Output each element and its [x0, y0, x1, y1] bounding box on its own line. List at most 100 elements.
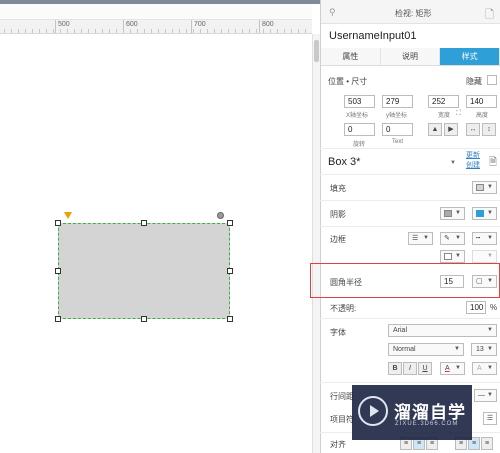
bullet-list-button[interactable]: ☰	[483, 412, 497, 425]
ruler-label: 800	[262, 21, 274, 28]
border-visibility-picker[interactable]: ▼	[440, 250, 465, 263]
resize-handle-n[interactable]	[141, 220, 147, 226]
flip-vertical-button[interactable]: ▲	[428, 123, 442, 136]
fit-height-button[interactable]: ↕	[482, 123, 496, 136]
ruler-minor-tick	[270, 29, 271, 33]
selected-rectangle-widget[interactable]	[58, 223, 230, 319]
shadow-color-picker[interactable]: ▼	[472, 207, 497, 220]
ruler-minor-tick	[235, 29, 236, 33]
width-caption: 宽度	[438, 113, 451, 119]
lock-ratio-icon[interactable]: ⛶	[456, 110, 461, 118]
ruler-minor-tick	[172, 29, 173, 33]
height-input[interactable]: 140	[466, 95, 497, 108]
tab-notes[interactable]: 说明	[380, 48, 441, 65]
ruler-minor-tick	[214, 29, 215, 33]
ruler-minor-tick	[151, 29, 152, 33]
height-caption: 高度	[476, 113, 489, 119]
ruler-minor-tick	[11, 29, 12, 33]
hide-label: 隐藏	[466, 77, 482, 86]
tab-style[interactable]: 样式	[440, 48, 500, 65]
horizontal-ruler[interactable]: 500 600 700 800	[0, 20, 312, 34]
ruler-minor-tick	[193, 29, 194, 33]
ruler-minor-tick	[81, 29, 82, 33]
x-input[interactable]: 503	[344, 95, 375, 108]
style-marker-icon[interactable]	[64, 212, 72, 219]
italic-button[interactable]: I	[403, 362, 417, 375]
ruler-minor-tick	[228, 29, 229, 33]
watermark-url: ZIXUE.3D66.COM	[395, 421, 459, 427]
opacity-label: 不透明:	[330, 304, 357, 313]
ruler-minor-tick	[95, 29, 96, 33]
ruler-minor-tick	[102, 29, 103, 33]
ruler-minor-tick	[221, 29, 222, 33]
ruler-minor-tick	[116, 29, 117, 33]
scrollbar-thumb[interactable]	[314, 40, 319, 62]
line-spacing-select[interactable]: — ▼	[474, 389, 497, 402]
ruler-minor-tick	[284, 29, 285, 33]
flip-horizontal-button[interactable]: ▶	[444, 123, 458, 136]
resize-handle-e[interactable]	[227, 268, 233, 274]
style-name[interactable]: Box 3*	[328, 156, 360, 168]
ruler-label: 500	[58, 21, 70, 28]
ruler-minor-tick	[144, 29, 145, 33]
ruler-minor-tick	[263, 29, 264, 33]
tab-properties[interactable]: 属性	[321, 48, 381, 65]
resize-handle-s[interactable]	[141, 316, 147, 322]
update-style-link[interactable]: 更新 创建	[466, 151, 480, 171]
fill-color-picker[interactable]: ▼	[472, 181, 497, 194]
resize-handle-w[interactable]	[55, 268, 61, 274]
border-style-picker[interactable]: ┅ ▼	[472, 232, 497, 245]
shadow-picker[interactable]: ▼	[440, 207, 465, 220]
ruler-minor-tick	[179, 29, 180, 33]
fill-label: 填充	[330, 184, 346, 193]
ruler-minor-tick	[32, 29, 33, 33]
text-effect-picker[interactable]: A ▼	[472, 362, 497, 375]
font-weight-select[interactable]: Normal ▼	[388, 343, 464, 356]
text-rotation-input[interactable]: 0	[382, 123, 413, 136]
y-input[interactable]: 279	[382, 95, 413, 108]
highlight-box	[310, 263, 500, 298]
border-color-picker[interactable]: ✎ ▼	[440, 232, 465, 245]
font-family-select[interactable]: Arial ▼	[388, 324, 497, 337]
font-size-select[interactable]: 13 ▼	[471, 343, 497, 356]
shape-name[interactable]: UsernameInput01	[321, 24, 500, 48]
font-color-picker[interactable]: A ▼	[440, 362, 465, 375]
opacity-input[interactable]: 100	[466, 301, 486, 314]
rotation-input[interactable]: 0	[344, 123, 375, 136]
resize-handle-nw[interactable]	[55, 220, 61, 226]
border-weight-picker[interactable]: ☰ ▼	[408, 232, 433, 245]
ruler-minor-tick	[67, 29, 68, 33]
ruler-minor-tick	[291, 29, 292, 33]
panel-tabs: 属性 说明 样式	[321, 48, 500, 66]
ruler-minor-tick	[74, 29, 75, 33]
ruler-minor-tick	[39, 29, 40, 33]
width-input[interactable]: 252	[428, 95, 459, 108]
arrow-style-picker[interactable]: ▼	[472, 250, 497, 263]
document-icon[interactable]: 🗋	[485, 6, 494, 25]
underline-button[interactable]: U	[418, 362, 432, 375]
x-caption: X轴坐标	[346, 113, 369, 119]
valign-bottom-button[interactable]: ≡	[481, 437, 493, 450]
ruler-minor-tick	[46, 29, 47, 33]
ruler-minor-tick	[109, 29, 110, 33]
resize-handle-se[interactable]	[227, 316, 233, 322]
ruler-minor-tick	[4, 29, 5, 33]
line-spacing-label: 行间距	[330, 392, 354, 401]
opacity-unit: %	[490, 303, 498, 312]
resize-handle-sw[interactable]	[55, 316, 61, 322]
ruler-minor-tick	[123, 29, 124, 33]
ruler-minor-tick	[186, 29, 187, 33]
fit-width-button[interactable]: ↔	[466, 123, 480, 136]
resize-handle-ne[interactable]	[227, 220, 233, 226]
rotation-caption: 旋转	[353, 142, 366, 148]
canvas-vertical-scrollbar[interactable]	[312, 34, 320, 453]
hide-checkbox[interactable]	[487, 75, 497, 85]
style-doc-icon[interactable]: 🗎	[489, 155, 497, 172]
rotation-handle[interactable]	[217, 212, 224, 219]
pin-icon[interactable]: ⚲	[329, 7, 336, 18]
bold-button[interactable]: B	[388, 362, 402, 375]
ruler-minor-tick	[249, 29, 250, 33]
ruler-minor-tick	[53, 29, 54, 33]
style-dropdown-icon[interactable]: ▼	[450, 160, 456, 166]
border-label: 边框	[330, 235, 346, 244]
